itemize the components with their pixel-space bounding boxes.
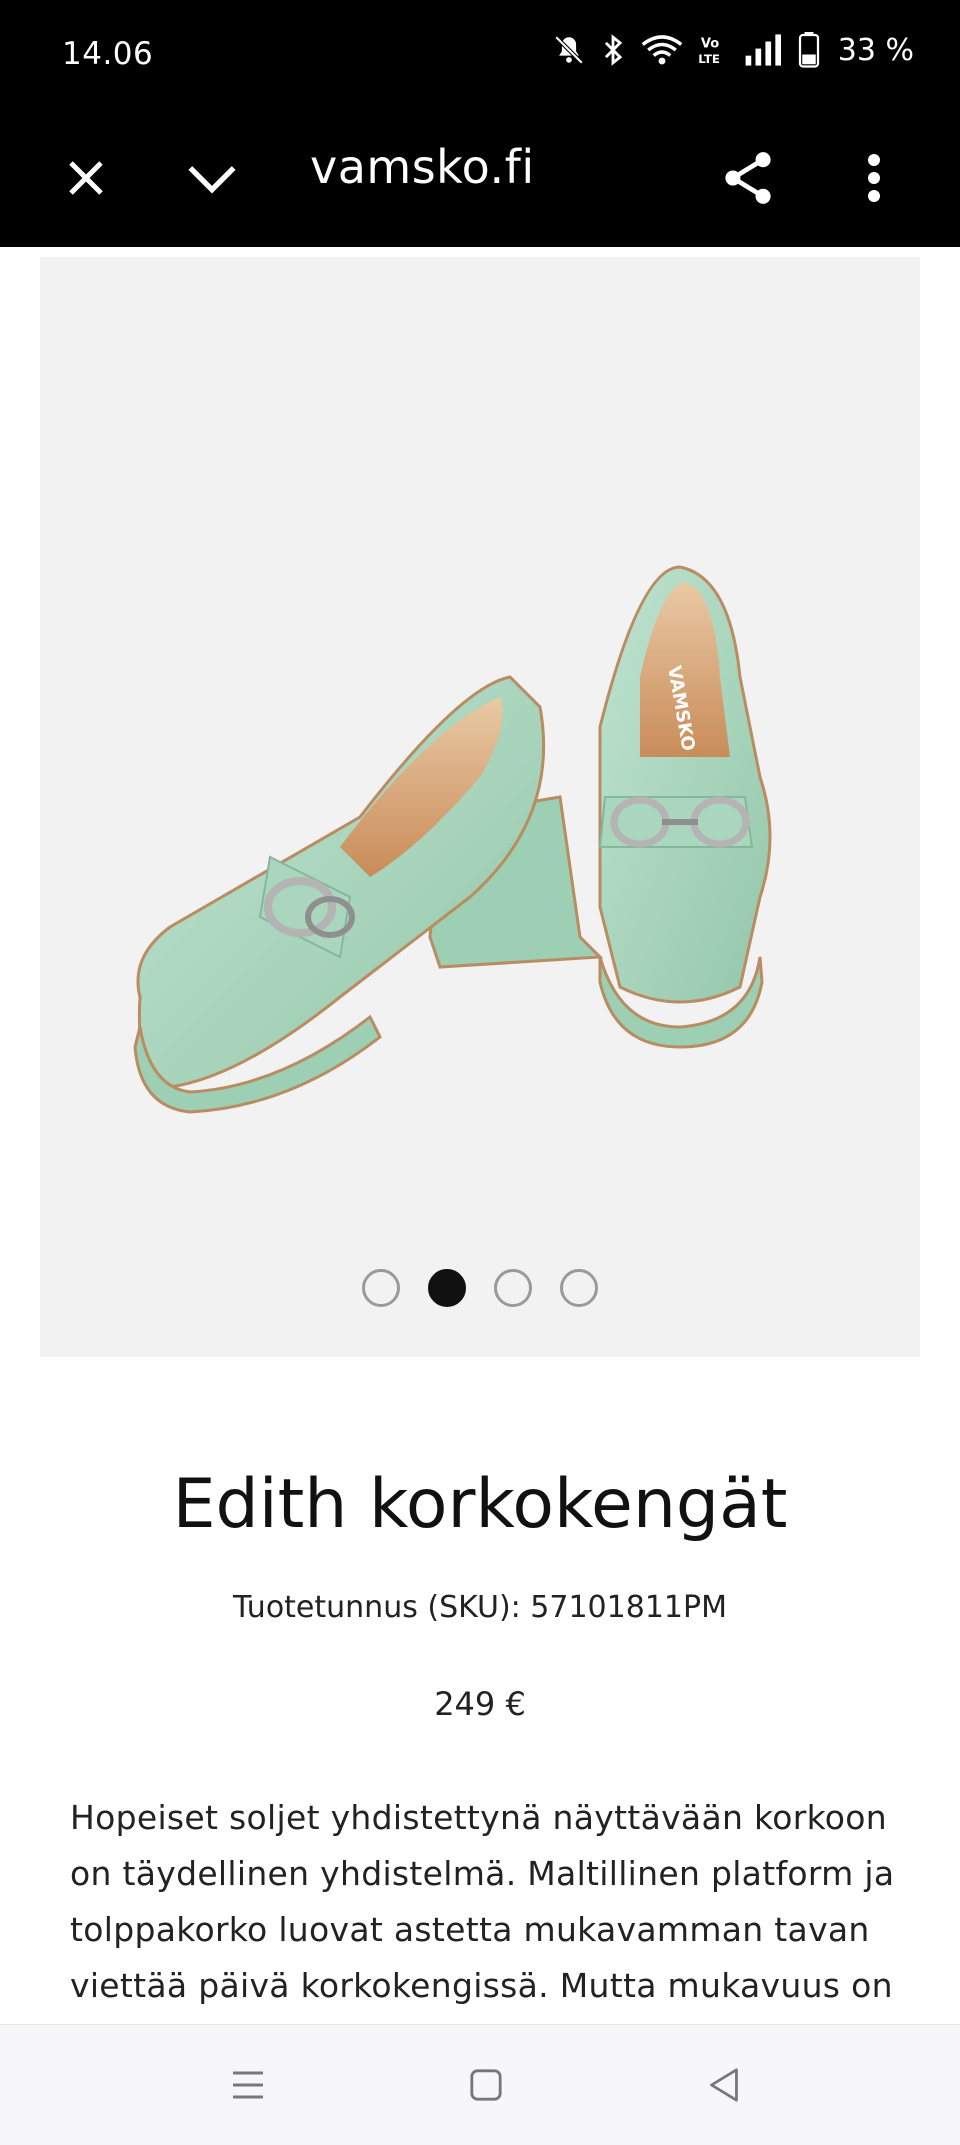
product-price: 249 €: [434, 1685, 526, 1723]
status-bar: 14.06 Vo LTE 33 %: [0, 0, 960, 110]
back-icon: [710, 2068, 738, 2102]
battery-icon: [798, 32, 819, 68]
carousel-dot-2[interactable]: [428, 1269, 466, 1307]
carousel-dots: [40, 1269, 920, 1307]
more-options-button[interactable]: [838, 142, 910, 214]
mute-icon: [554, 35, 584, 65]
svg-text:Vo: Vo: [701, 36, 719, 51]
product-title: Edith korkokengät: [172, 1465, 788, 1544]
signal-icon: [745, 34, 781, 66]
battery-percentage: 33 %: [837, 32, 914, 68]
chevron-down-icon: [188, 166, 236, 194]
home-button[interactable]: [456, 2055, 516, 2115]
close-icon: [69, 161, 103, 195]
home-icon: [470, 2069, 502, 2101]
close-button[interactable]: [50, 142, 122, 214]
carousel-dot-3[interactable]: [494, 1269, 532, 1307]
product-description: Hopeiset soljet yhdistettynä näyttävään …: [70, 1798, 895, 2005]
product-photo: VAMSKO: [133, 565, 772, 1114]
carousel-dot-4[interactable]: [560, 1269, 598, 1307]
more-vert-icon: [868, 154, 880, 202]
url-text[interactable]: vamsko.fi: [310, 140, 535, 194]
system-nav-bar: [0, 2024, 960, 2145]
status-time: 14.06: [62, 36, 154, 72]
status-icons: Vo LTE 33 %: [552, 32, 914, 68]
volte-icon: Vo LTE: [698, 36, 720, 66]
bluetooth-icon: [604, 34, 622, 66]
back-button[interactable]: [694, 2055, 754, 2115]
product-image-carousel[interactable]: VAMSKO: [40, 257, 920, 1357]
browser-toolbar: vamsko.fi: [0, 110, 960, 247]
share-icon: [725, 152, 771, 204]
wifi-icon: [641, 35, 683, 65]
recent-apps-button[interactable]: [218, 2055, 278, 2115]
share-button[interactable]: [712, 142, 784, 214]
svg-text:LTE: LTE: [698, 52, 720, 66]
recent-apps-icon: [233, 2071, 263, 2099]
minimize-button[interactable]: [176, 142, 248, 214]
carousel-dot-1[interactable]: [362, 1269, 400, 1307]
product-sku: Tuotetunnus (SKU): 57101811PM: [233, 1590, 727, 1625]
